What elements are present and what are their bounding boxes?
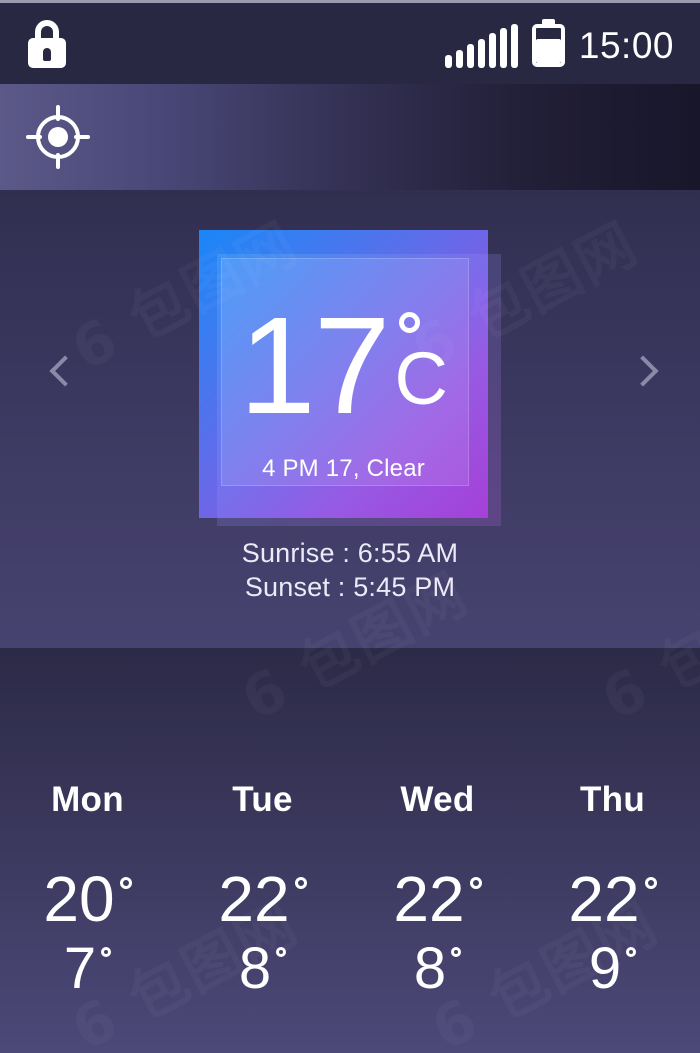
signal-bar <box>510 24 518 68</box>
forecast-day-column[interactable]: Tue 22 8 <box>175 780 350 1001</box>
degree-icon <box>469 877 482 889</box>
forecast-high-value: 22 <box>218 863 290 935</box>
degree-icon <box>626 946 637 957</box>
gps-tick-right <box>74 135 90 139</box>
sunrise-label: Sunrise : 6:55 AM <box>241 538 459 568</box>
battery-fill <box>535 39 561 63</box>
forecast-day-column[interactable]: Wed 22 8 <box>350 780 525 1001</box>
chevron-right-icon <box>627 355 659 387</box>
previous-location-button[interactable] <box>42 352 88 398</box>
location-nav-bar <box>0 84 700 190</box>
signal-bar <box>455 50 463 68</box>
degree-icon <box>101 946 112 957</box>
gps-tick-bottom <box>56 153 60 169</box>
gps-dot <box>48 127 68 147</box>
forecast-grid: Mon 20 7 Tue 22 8 Wed 22 8 Thu 22 9 <box>0 780 700 1001</box>
forecast-day-column[interactable]: Thu 22 9 <box>525 780 700 1001</box>
temperature-unit-label: C <box>394 337 448 420</box>
signal-bars-icon <box>444 24 518 68</box>
signal-bar <box>499 28 507 68</box>
forecast-high-temp: 22 <box>393 863 482 935</box>
forecast-low-value: 7 <box>63 935 97 1001</box>
forecast-high-value: 22 <box>568 863 640 935</box>
status-clock: 15:00 <box>578 25 674 66</box>
current-temperature-row: 17 C <box>199 289 488 443</box>
forecast-high-temp: 22 <box>218 863 307 935</box>
sunset-label: Sunset : 5:45 PM <box>244 572 456 603</box>
gps-tick-top <box>56 105 60 121</box>
lock-keyhole <box>43 47 51 61</box>
forecast-day-name: Thu <box>579 780 646 819</box>
forecast-low-temp: 8 <box>238 935 287 1001</box>
card-content: 17 C 4 PM 17, Clear <box>199 230 488 518</box>
temperature-unit-group: C <box>394 312 448 420</box>
forecast-high-temp: 20 <box>43 863 132 935</box>
signal-bar <box>466 44 474 68</box>
chevron-left-icon <box>49 355 81 387</box>
signal-bar <box>444 55 452 68</box>
forecast-low-value: 8 <box>413 935 447 1001</box>
forecast-high-temp: 22 <box>568 863 657 935</box>
forecast-high-value: 20 <box>43 863 115 935</box>
degree-icon <box>119 877 132 889</box>
forecast-low-value: 9 <box>588 935 622 1001</box>
forecast-low-temp: 8 <box>413 935 462 1001</box>
forecast-low-value: 8 <box>238 935 272 1001</box>
next-location-button[interactable] <box>620 352 666 398</box>
forecast-day-name: Mon <box>51 780 124 819</box>
signal-bar <box>477 39 485 68</box>
forecast-day-name: Tue <box>232 780 293 819</box>
battery-icon <box>531 19 565 67</box>
forecast-day-column[interactable]: Mon 20 7 <box>0 780 175 1001</box>
forecast-low-temp: 9 <box>588 935 637 1001</box>
gps-target-icon[interactable] <box>26 105 90 169</box>
forecast-panel: Mon 20 7 Tue 22 8 Wed 22 8 Thu 22 9 <box>0 648 700 1053</box>
current-weather-card[interactable]: 17 C 4 PM 17, Clear <box>199 230 501 526</box>
forecast-low-temp: 7 <box>63 935 112 1001</box>
degree-icon <box>276 946 287 957</box>
gps-tick-left <box>26 135 42 139</box>
lock-icon <box>26 19 68 68</box>
weather-app-screen: Mon 20 7 Tue 22 8 Wed 22 8 Thu 22 9 17 C… <box>0 0 700 1053</box>
forecast-day-name: Wed <box>400 780 475 819</box>
degree-icon <box>398 312 420 333</box>
degree-icon <box>294 877 307 889</box>
forecast-high-value: 22 <box>393 863 465 935</box>
degree-icon <box>644 877 657 889</box>
current-temperature-value: 17 <box>239 289 390 443</box>
degree-icon <box>451 946 462 957</box>
signal-bar <box>488 33 496 68</box>
sun-times-group: Sunrise : 6:55 AM Sunset : 5:45 PM <box>0 536 700 605</box>
status-indicators: 15:00 <box>444 19 674 68</box>
weather-description: 4 PM 17, Clear <box>262 455 425 482</box>
status-bar: 15:00 <box>0 0 700 84</box>
